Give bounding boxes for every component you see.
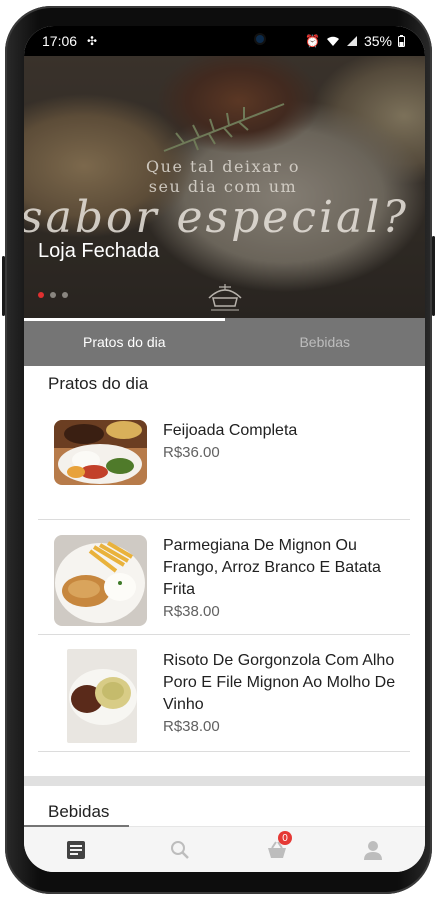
front-camera bbox=[256, 35, 264, 43]
phone-side-button bbox=[432, 236, 435, 316]
menu-item[interactable]: Risoto De Gorgonzola Com Alho Poro E Fil… bbox=[38, 634, 410, 752]
menu-item[interactable]: Feijoada Completa R$36.00 bbox=[38, 402, 410, 520]
store-status: Loja Fechada bbox=[38, 240, 160, 262]
carousel-dot[interactable] bbox=[62, 292, 68, 298]
tab-bebidas[interactable]: Bebidas bbox=[225, 318, 426, 366]
menu-item-price: R$38.00 bbox=[163, 603, 220, 620]
carousel-dot[interactable] bbox=[50, 292, 56, 298]
cart-badge: 0 bbox=[278, 831, 292, 845]
menu-item-price: R$38.00 bbox=[163, 718, 220, 735]
section-divider bbox=[24, 776, 425, 786]
tab-pratos-do-dia[interactable]: Pratos do dia bbox=[24, 318, 225, 366]
status-right-group: ⏰ 35% bbox=[305, 33, 405, 49]
battery-icon bbox=[398, 35, 405, 47]
feijoada-image bbox=[54, 420, 147, 485]
parmegiana-image bbox=[54, 535, 147, 626]
carousel-dot[interactable] bbox=[38, 292, 44, 298]
status-bar: 17:06 ✣ ⏰ 35% bbox=[24, 26, 425, 56]
phone-side-button bbox=[2, 256, 5, 316]
notification-icon: ✣ bbox=[87, 34, 98, 48]
wifi-icon bbox=[326, 36, 339, 46]
search-nav-button[interactable] bbox=[167, 837, 193, 863]
menu-icon bbox=[67, 841, 85, 859]
nav-active-indicator bbox=[24, 825, 129, 827]
hero-banner[interactable]: Que tal deixar o seu dia com um sabor es… bbox=[24, 56, 425, 318]
hero-tagline: Que tal deixar o seu dia com um bbox=[146, 157, 300, 196]
app-screen: 17:06 ✣ ⏰ 35% Que tal deixar o seu dia c… bbox=[24, 26, 425, 872]
alarm-icon: ⏰ bbox=[305, 34, 320, 48]
menu-item-name: Risoto De Gorgonzola Com Alho Poro E Fil… bbox=[163, 652, 396, 713]
menu-item-name: Parmegiana De Mignon Ou Frango, Arroz Br… bbox=[163, 537, 381, 598]
profile-icon bbox=[364, 841, 382, 860]
cart-nav-button[interactable]: 0 bbox=[264, 831, 292, 863]
search-icon bbox=[171, 841, 189, 859]
category-tabs: Pratos do dia Bebidas bbox=[24, 318, 425, 366]
phone-frame: 17:06 ✣ ⏰ 35% Que tal deixar o seu dia c… bbox=[2, 6, 435, 894]
signal-icon bbox=[346, 36, 357, 46]
rosemary-decoration bbox=[163, 103, 285, 152]
hero-headline: sabor especial? bbox=[24, 192, 409, 243]
carousel-dots bbox=[38, 292, 68, 298]
restaurant-logo bbox=[208, 284, 242, 311]
status-time: 17:06 bbox=[42, 33, 78, 49]
menu-item-name: Feijoada Completa bbox=[163, 422, 298, 439]
menu-item-price: R$36.00 bbox=[163, 444, 220, 461]
bottom-navigation: 0 bbox=[24, 825, 425, 872]
menu-item[interactable]: Parmegiana De Mignon Ou Frango, Arroz Br… bbox=[38, 519, 410, 635]
menu-nav-button[interactable] bbox=[63, 837, 89, 863]
section-title-bebidas: Bebidas bbox=[48, 802, 110, 821]
section-title-pratos: Pratos do dia bbox=[48, 374, 149, 393]
battery-percent: 35% bbox=[363, 33, 392, 49]
profile-nav-button[interactable] bbox=[360, 837, 386, 863]
risoto-image bbox=[67, 649, 137, 743]
